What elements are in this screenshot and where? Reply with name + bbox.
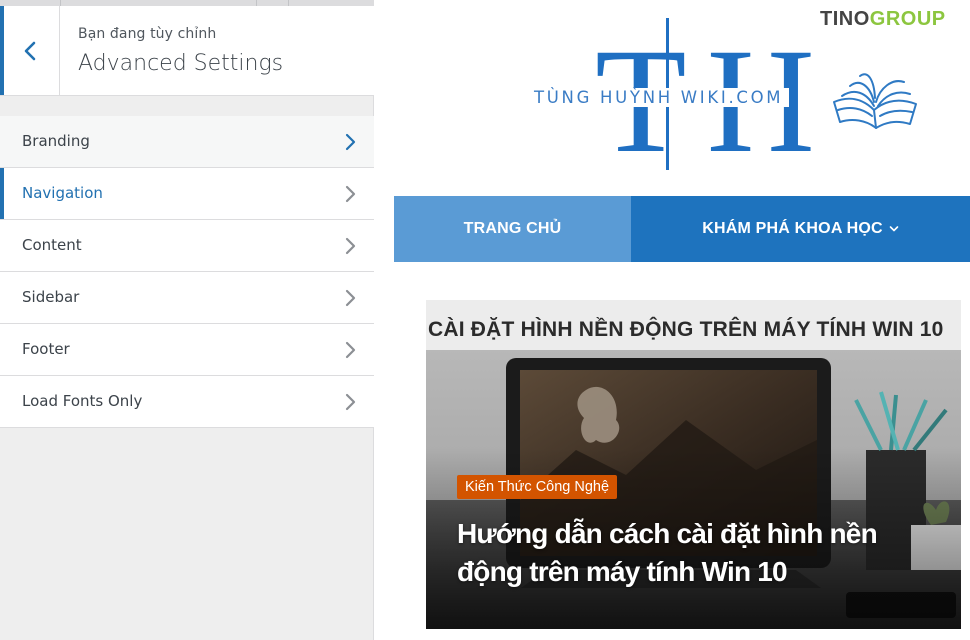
chevron-right-icon xyxy=(345,133,356,151)
chevron-down-icon xyxy=(889,226,899,232)
section-item-load-fonts-only[interactable]: Load Fonts Only xyxy=(0,376,374,428)
customizer-sidebar: Bạn đang tùy chỉnh Advanced Settings Bra… xyxy=(0,0,374,640)
panel-subtitle: Bạn đang tùy chỉnh xyxy=(78,26,217,42)
primary-nav: TRANG CHỦ KHÁM PHÁ KHOA HỌC xyxy=(394,196,970,262)
section-item-navigation[interactable]: Navigation xyxy=(0,168,374,220)
chevron-left-icon xyxy=(24,41,35,60)
chevron-right-icon xyxy=(345,289,356,307)
section-item-label: Load Fonts Only xyxy=(22,392,143,410)
section-item-footer[interactable]: Footer xyxy=(0,324,374,376)
section-item-label: Footer xyxy=(22,340,70,358)
panel-header: Bạn đang tùy chỉnh Advanced Settings xyxy=(0,6,374,96)
panel-header-text: Bạn đang tùy chỉnh Advanced Settings xyxy=(78,26,283,76)
nav-item-label: TRANG CHỦ xyxy=(463,220,562,237)
featured-banner-title: CÀI ĐẶT HÌNH NỀN ĐỘNG TRÊN MÁY TÍNH WIN … xyxy=(428,318,944,341)
section-item-label: Branding xyxy=(22,132,90,150)
section-item-label: Sidebar xyxy=(22,288,80,306)
section-item-branding[interactable]: Branding xyxy=(0,116,374,168)
section-item-label: Navigation xyxy=(22,184,103,202)
chevron-right-icon xyxy=(345,393,356,411)
section-item-content[interactable]: Content xyxy=(0,220,374,272)
back-button[interactable] xyxy=(0,6,60,95)
section-list: Branding Navigation Content Sidebar Foot… xyxy=(0,116,374,428)
chevron-right-icon xyxy=(345,237,356,255)
featured-post-card[interactable]: CÀI ĐẶT HÌNH NỀN ĐỘNG TRÊN MÁY TÍNH WIN … xyxy=(426,300,961,629)
open-book-icon xyxy=(833,73,917,129)
nav-item-discover[interactable]: KHÁM PHÁ KHOA HỌC xyxy=(631,196,970,262)
chevron-right-icon xyxy=(345,185,356,203)
logo-wordmark: TÙNG HUỲNH WIKI.COM xyxy=(528,88,790,107)
nav-item-home[interactable]: TRANG CHỦ xyxy=(394,196,631,262)
site-logo[interactable]: TH TÙNG HUỲNH WIKI.COM xyxy=(520,12,940,182)
panel-title: Advanced Settings xyxy=(78,51,284,76)
section-item-label: Content xyxy=(22,236,82,254)
featured-post-title[interactable]: Hướng dẫn cách cài đặt hình nền động trê… xyxy=(457,515,937,591)
section-item-sidebar[interactable]: Sidebar xyxy=(0,272,374,324)
nav-item-label: KHÁM PHÁ KHOA HỌC xyxy=(702,220,883,237)
chevron-right-icon xyxy=(345,341,356,359)
category-badge[interactable]: Kiến Thức Công Nghệ xyxy=(457,475,618,499)
